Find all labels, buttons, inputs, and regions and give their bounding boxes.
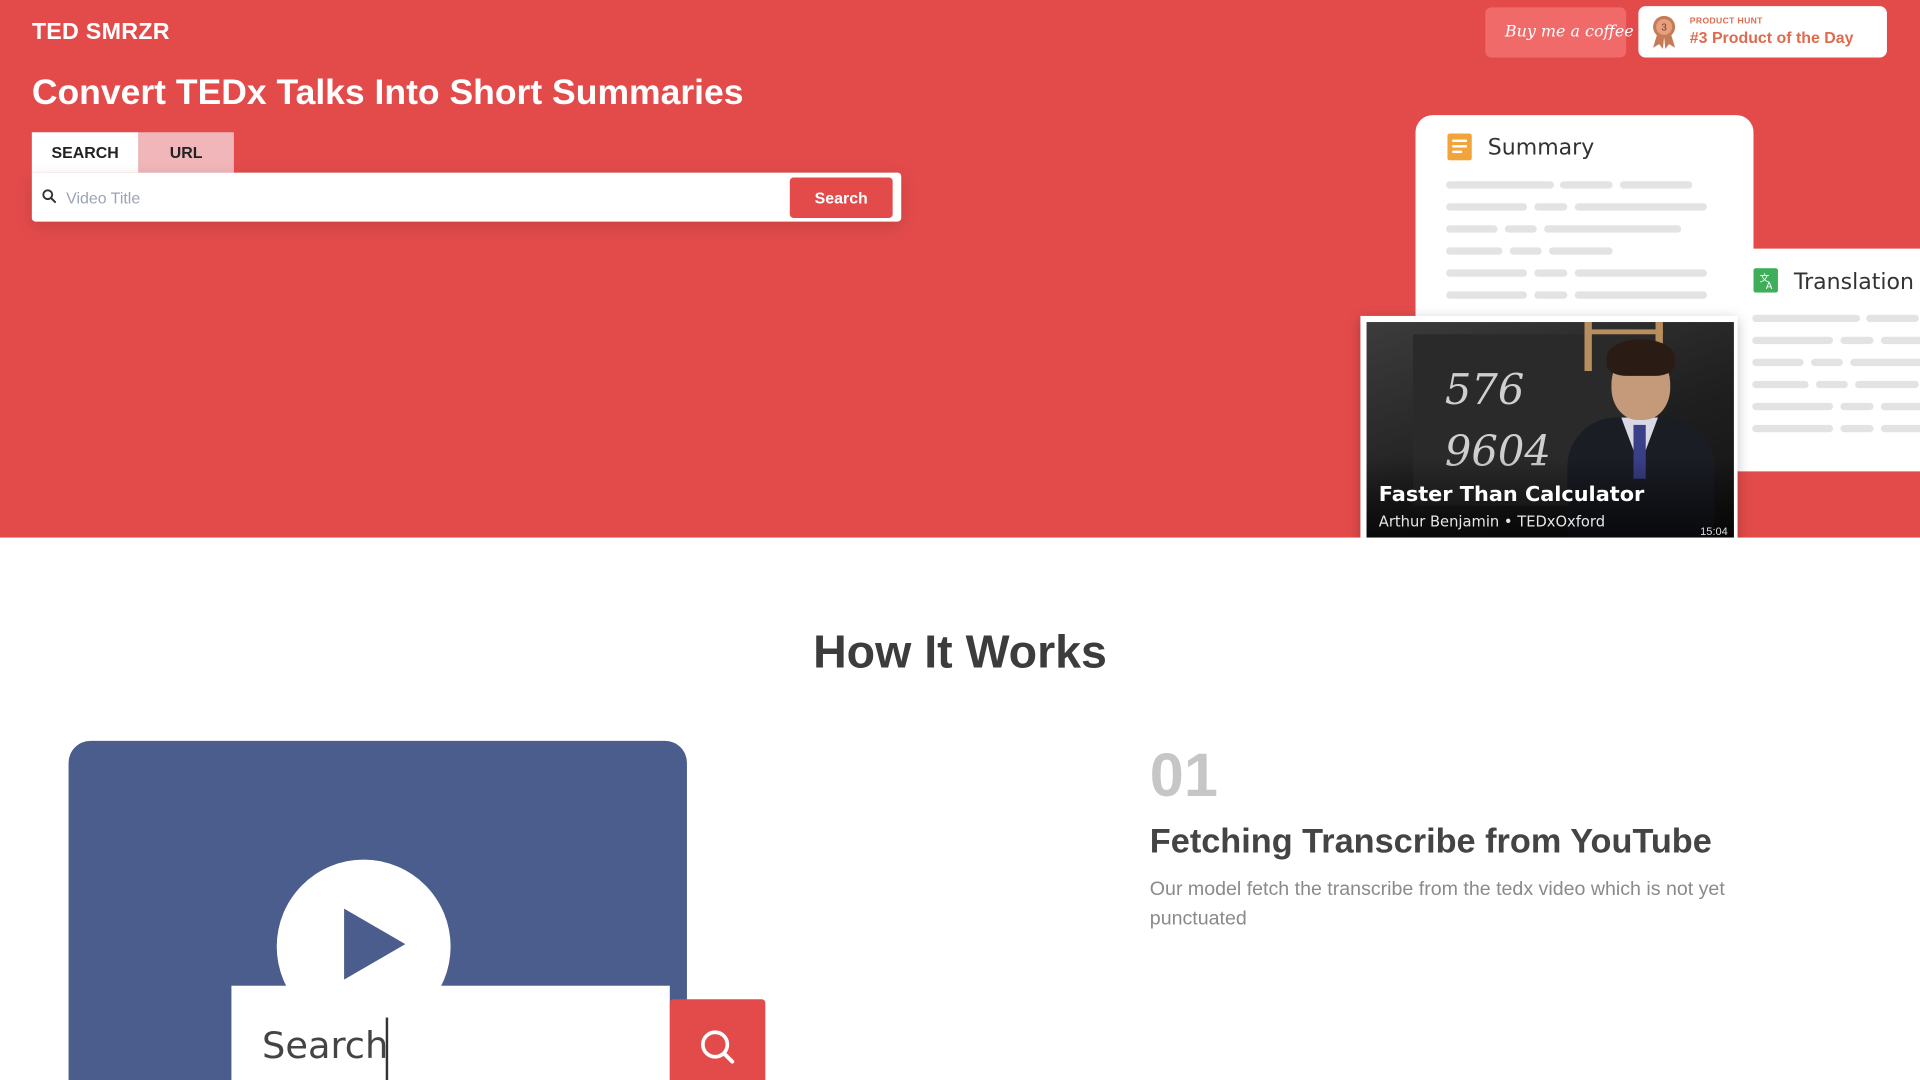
text-line	[1752, 380, 1809, 389]
text-line	[1574, 203, 1707, 211]
text-line	[1544, 225, 1682, 233]
text-line	[1811, 358, 1843, 367]
search-tabs: SEARCH URL	[31, 132, 901, 173]
demo-search-button	[669, 999, 766, 1080]
text-line	[1509, 247, 1542, 255]
svg-text:A: A	[1766, 281, 1773, 292]
text-line	[1446, 225, 1498, 233]
video-title: Faster Than Calculator	[1378, 482, 1645, 507]
text-line	[1574, 269, 1707, 277]
step-title: Fetching Transcribe from YouTube	[1149, 821, 1712, 860]
search-button[interactable]: Search	[789, 177, 893, 218]
video-duration: 15:04	[1700, 525, 1728, 538]
search-icon	[701, 1030, 735, 1064]
video-thumbnail: 576 9604 Faster Than Calculator Arthur B…	[1366, 322, 1734, 538]
step-number: 01	[1149, 740, 1218, 810]
play-icon	[344, 908, 406, 980]
product-hunt-badge[interactable]: 3 PRODUCT HUNT #3 Product of the Day	[1638, 6, 1887, 58]
text-line	[1534, 269, 1568, 277]
text-line	[1752, 314, 1861, 323]
translation-title: Translation	[1793, 269, 1914, 296]
video-preview-card[interactable]: 576 9604 Faster Than Calculator Arthur B…	[1360, 315, 1738, 538]
text-line	[1446, 269, 1527, 277]
hero-section: TED SMRZR Convert TEDx Talks Into Short …	[0, 0, 1920, 538]
page-headline: Convert TEDx Talks Into Short Summaries	[31, 73, 744, 113]
easel-bar	[1584, 329, 1663, 335]
product-hunt-title: #3 Product of the Day	[1689, 28, 1854, 47]
text-line	[1840, 402, 1874, 411]
text-line	[1880, 402, 1920, 411]
search-icon	[42, 189, 57, 204]
text-caret	[385, 1017, 389, 1080]
text-line	[1866, 314, 1919, 323]
text-line	[1855, 380, 1919, 389]
text-line	[1880, 424, 1920, 433]
text-line	[1880, 336, 1920, 345]
text-line	[1504, 225, 1537, 233]
product-hunt-texts: PRODUCT HUNT #3 Product of the Day	[1690, 17, 1854, 46]
chalk-number: 576	[1444, 366, 1525, 416]
video-subtitle: Arthur Benjamin • TEDxOxford	[1378, 513, 1606, 531]
medal-icon: 3	[1653, 15, 1676, 49]
text-line	[1446, 247, 1503, 255]
text-line	[1752, 358, 1804, 367]
translate-icon: 文 A	[1753, 268, 1778, 293]
speaker-hair	[1606, 339, 1676, 376]
buy-me-a-coffee-button[interactable]: Buy me a coffee	[1485, 7, 1634, 58]
text-line	[1446, 181, 1554, 189]
translation-card: 文 A Translation	[1721, 248, 1920, 472]
text-line	[1574, 291, 1707, 299]
text-line	[1560, 181, 1613, 189]
search-bar: Search	[31, 172, 902, 222]
text-line	[1620, 181, 1693, 189]
text-line	[1446, 291, 1527, 299]
page: TED SMRZR Convert TEDx Talks Into Short …	[0, 0, 1920, 1080]
text-line	[1752, 336, 1834, 345]
text-line	[1840, 336, 1874, 345]
summary-title: Summary	[1487, 134, 1595, 161]
video-title-input[interactable]	[66, 180, 801, 215]
text-line	[1752, 424, 1834, 433]
demo-search-text: Search	[262, 1024, 389, 1068]
text-line	[1446, 203, 1527, 211]
text-line	[1850, 358, 1920, 367]
text-line	[1752, 402, 1834, 411]
how-it-works-title: How It Works	[813, 626, 1107, 679]
demo-search-box: Search	[231, 985, 670, 1080]
text-line	[1840, 424, 1874, 433]
document-icon	[1447, 133, 1472, 161]
coffee-label: Buy me a coffee	[1504, 23, 1634, 42]
tab-url[interactable]: URL	[138, 132, 234, 173]
product-hunt-kicker: PRODUCT HUNT	[1689, 17, 1763, 26]
medal-rank: 3	[1661, 23, 1667, 34]
search-panel: SEARCH URL Search	[31, 132, 902, 222]
tab-search[interactable]: SEARCH	[31, 132, 139, 173]
step-description: Our model fetch the transcribe from the …	[1149, 879, 1725, 930]
brand-logo[interactable]: TED SMRZR	[32, 20, 170, 47]
text-line	[1815, 380, 1848, 389]
text-line	[1534, 291, 1568, 299]
text-line	[1534, 203, 1568, 211]
text-line	[1548, 247, 1613, 255]
